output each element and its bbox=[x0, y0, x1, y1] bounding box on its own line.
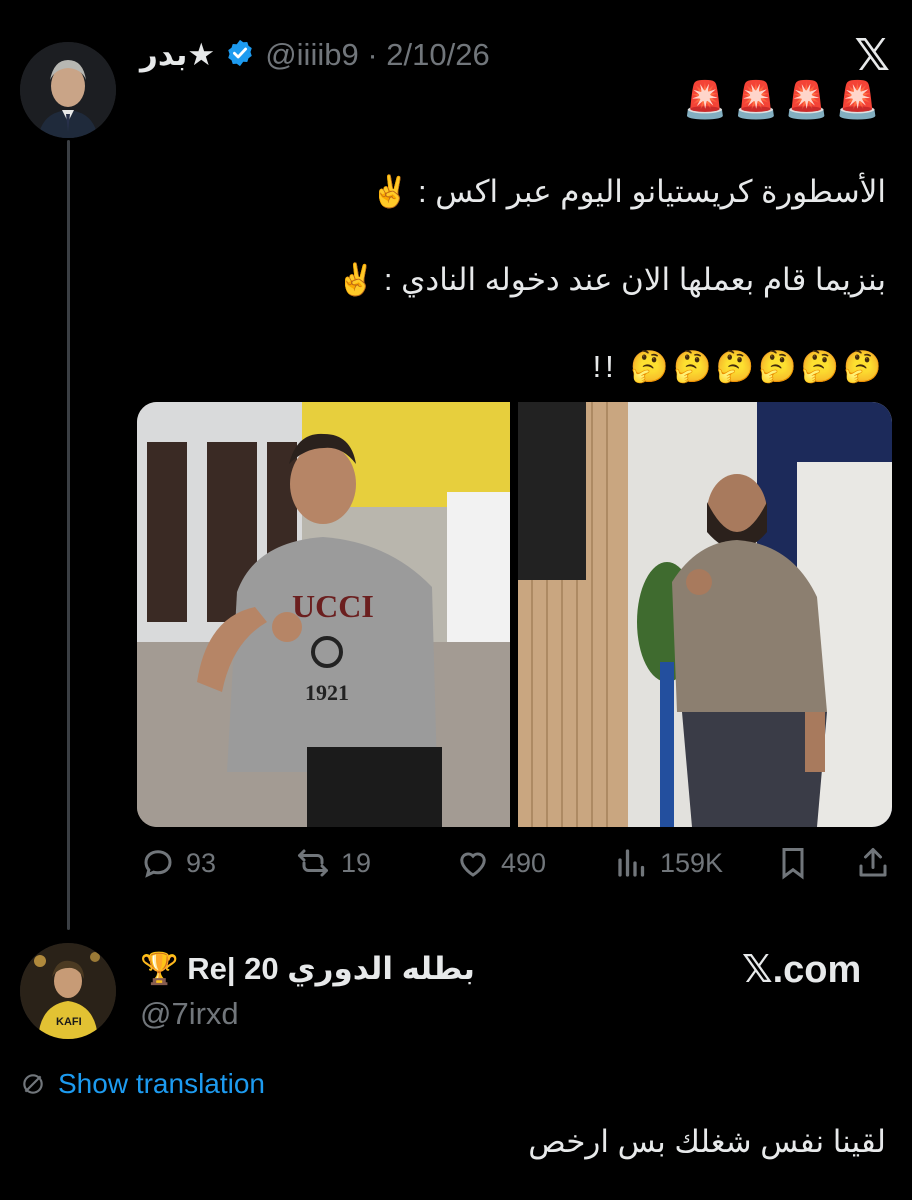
thread-connector-line bbox=[67, 140, 70, 930]
tweet-text-line-2: بنزيما قام بعملها الان عند دخوله النادي … bbox=[336, 262, 886, 297]
reply-count: 93 bbox=[186, 847, 217, 878]
retweet-count: 19 bbox=[341, 847, 372, 878]
bookmark-icon bbox=[782, 848, 804, 880]
retweet-button[interactable]: 19 bbox=[295, 845, 371, 881]
svg-text:KAFI: KAFI bbox=[56, 1016, 82, 1028]
heart-icon bbox=[460, 852, 486, 877]
svg-text:UCCI: UCCI bbox=[292, 588, 374, 624]
tweet-photo-collage: UCCI 1921 bbox=[137, 402, 892, 827]
retweet-icon bbox=[298, 849, 328, 877]
svg-text:1921: 1921 bbox=[305, 680, 349, 705]
like-button[interactable]: 490 bbox=[455, 845, 546, 881]
reply-button[interactable]: 93 bbox=[140, 845, 216, 881]
verified-badge-icon bbox=[225, 38, 255, 73]
views-chart-icon bbox=[618, 849, 645, 877]
tweet-header: بدر★ @iiiib9 · 2/10/26 bbox=[140, 37, 490, 73]
author-avatar[interactable] bbox=[20, 42, 116, 138]
reply-handle[interactable]: @7irxd bbox=[140, 996, 239, 1032]
show-translation-link[interactable]: Show translation bbox=[20, 1068, 265, 1100]
bookmark-button[interactable] bbox=[775, 845, 811, 881]
tweet-media[interactable]: UCCI 1921 bbox=[137, 402, 892, 827]
reply-author-avatar[interactable]: KAFI bbox=[20, 943, 116, 1039]
x-domain-label: 𝕏.com bbox=[742, 949, 862, 991]
tweet-text-line-3: 🤔🤔🤔🤔🤔🤔 !! bbox=[592, 349, 886, 384]
share-icon bbox=[859, 848, 887, 877]
views-button[interactable]: 159K bbox=[614, 845, 723, 881]
tweet-text-line-1: الأسطورة كريستيانو اليوم عبر اكس : ✌️ bbox=[370, 174, 886, 209]
views-count: 159K bbox=[660, 847, 724, 878]
show-translation-label[interactable]: Show translation bbox=[58, 1068, 265, 1100]
alert-emojis: 🚨🚨🚨🚨 bbox=[682, 79, 886, 120]
reply-text: لقينا نفس شغلك بس ارخص bbox=[528, 1124, 886, 1159]
reply-author-name[interactable]: بطله الدوري 20 |Re 🏆 bbox=[140, 950, 475, 987]
x-logo-icon: 𝕏 bbox=[854, 31, 890, 80]
share-button[interactable] bbox=[855, 845, 891, 881]
handle-and-date[interactable]: @iiiib9 · 2/10/26 bbox=[265, 37, 489, 73]
reply-icon bbox=[144, 850, 172, 878]
translate-globe-icon bbox=[23, 1074, 43, 1094]
like-count: 490 bbox=[501, 847, 547, 878]
author-name[interactable]: بدر★ bbox=[140, 37, 215, 73]
